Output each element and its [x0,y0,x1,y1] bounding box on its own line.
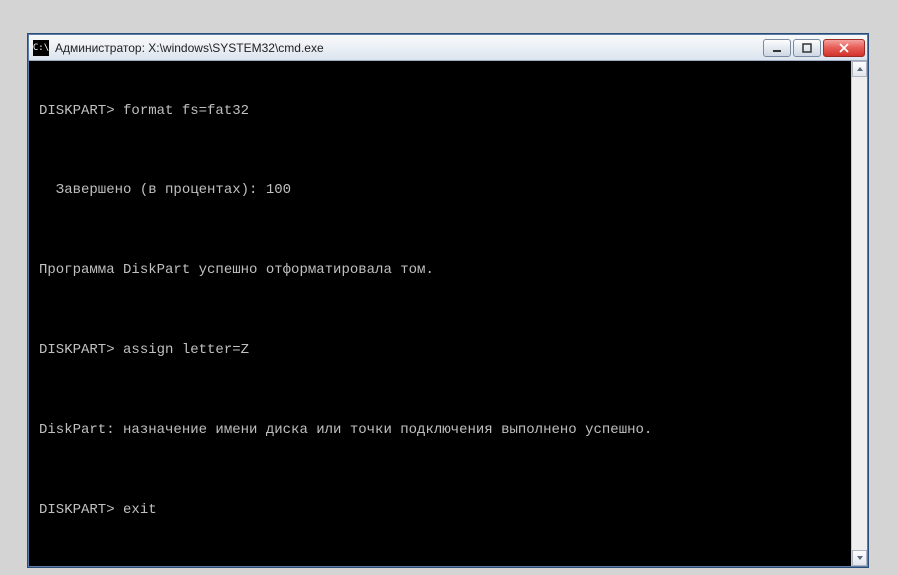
minimize-button[interactable] [763,39,791,57]
cmd-icon: C:\ [33,40,49,56]
titlebar[interactable]: C:\ Администратор: X:\windows\SYSTEM32\c… [29,35,867,61]
window-title: Администратор: X:\windows\SYSTEM32\cmd.e… [55,41,763,55]
scroll-up-button[interactable] [852,61,867,77]
scroll-down-button[interactable] [852,550,867,566]
terminal-line: Завершено (в процентах): 100 [39,177,857,204]
maximize-button[interactable] [793,39,821,57]
close-button[interactable] [823,39,865,57]
scroll-track[interactable] [852,77,867,550]
window-controls [763,39,865,57]
terminal-line: DiskPart: назначение имени диска или точ… [39,417,857,444]
cmd-window: C:\ Администратор: X:\windows\SYSTEM32\c… [28,34,868,567]
terminal-line: Программа DiskPart успешно отформатирова… [39,257,857,284]
terminal-output[interactable]: DISKPART> format fs=fat32 Завершено (в п… [29,61,867,566]
terminal-line: DISKPART> format fs=fat32 [39,98,857,125]
terminal-line: DISKPART> assign letter=Z [39,337,857,364]
terminal-line: DISKPART> exit [39,497,857,524]
vertical-scrollbar[interactable] [851,61,867,566]
